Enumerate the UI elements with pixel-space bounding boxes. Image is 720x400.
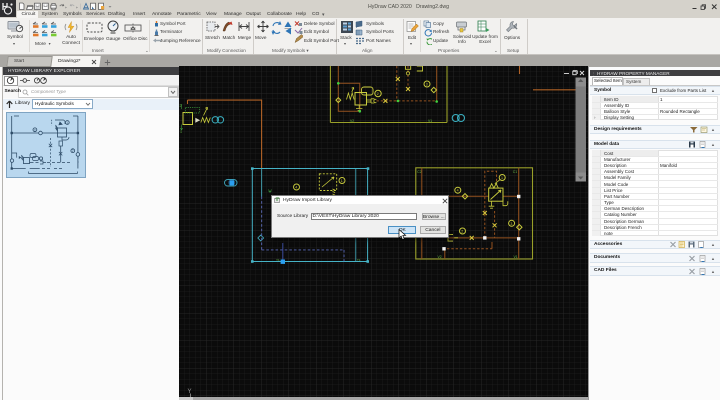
svg-text:2: 2 (377, 92, 379, 96)
svg-text:T1: T1 (357, 257, 361, 261)
svg-text:1: 1 (341, 179, 343, 183)
svg-text:2: 2 (461, 229, 463, 233)
svg-text:C1: C1 (513, 169, 517, 173)
svg-text:V1: V1 (514, 255, 518, 259)
svg-text:V2: V2 (438, 255, 442, 259)
svg-text:3: 3 (510, 221, 512, 225)
svg-text:V2: V2 (350, 118, 354, 122)
svg-text:1: 1 (66, 121, 68, 125)
svg-text:3: 3 (33, 128, 35, 132)
svg-text:2: 2 (71, 149, 73, 153)
svg-text:Y: Y (188, 389, 192, 395)
svg-text:1: 1 (501, 176, 503, 180)
svg-text:1: 1 (180, 130, 182, 134)
svg-text:4: 4 (295, 185, 297, 189)
svg-text:3: 3 (426, 82, 428, 86)
svg-text:2: 2 (180, 104, 182, 108)
svg-text:Y1: Y1 (276, 257, 280, 261)
svg-text:C2: C2 (417, 169, 421, 173)
svg-text:V1: V1 (428, 118, 432, 122)
svg-text:4: 4 (457, 188, 459, 192)
